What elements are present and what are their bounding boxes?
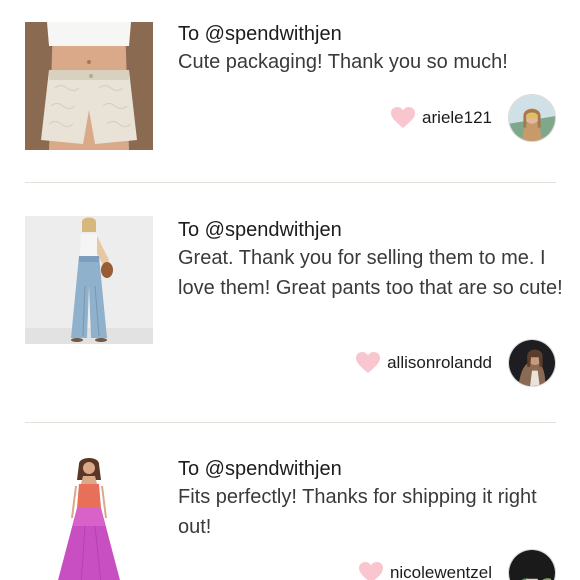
product-thumbnail[interactable]	[25, 22, 153, 150]
white-lace-shorts-photo	[25, 22, 153, 150]
recipient-label: To @spendwithjen	[178, 219, 342, 241]
review-message: Great. Thank you for selling them to me.…	[178, 247, 563, 299]
reviewer-row: allisonrolandd	[355, 339, 556, 387]
reviewer-avatar[interactable]	[508, 549, 556, 580]
review-card: To @spendwithjen Fits perfectly! Thanks …	[0, 423, 580, 580]
reviewer-avatar[interactable]	[508, 339, 556, 387]
recipient-label: To @spendwithjen	[178, 458, 342, 480]
user-avatar-photo	[509, 95, 555, 141]
reviewer-username[interactable]: nicolewentzel	[390, 563, 492, 580]
recipient-label: To @spendwithjen	[178, 23, 342, 45]
user-avatar-photo	[509, 340, 555, 386]
product-thumbnail[interactable]	[25, 456, 153, 580]
reviews-feed: To @spendwithjen Cute packaging! Thank y…	[0, 0, 580, 580]
review-message: Fits perfectly! Thanks for shipping it r…	[178, 486, 537, 538]
review-card: To @spendwithjen Cute packaging! Thank y…	[0, 0, 580, 182]
reviewer-row: nicolewentzel	[358, 549, 556, 580]
pink-maxi-dress-photo	[25, 456, 153, 580]
heart-icon	[390, 105, 416, 131]
user-avatar-photo	[509, 550, 555, 580]
review-card: To @spendwithjen Great. Thank you for se…	[0, 183, 580, 422]
product-thumbnail[interactable]	[25, 216, 153, 344]
heart-icon	[358, 560, 384, 580]
review-message: Cute packaging! Thank you so much!	[178, 51, 508, 73]
wide-leg-denim-pants-photo	[25, 216, 153, 344]
reviewer-username[interactable]: ariele121	[422, 108, 492, 128]
reviewer-username[interactable]: allisonrolandd	[387, 353, 492, 373]
reviewer-avatar[interactable]	[508, 94, 556, 142]
heart-icon	[355, 350, 381, 376]
reviewer-row: ariele121	[390, 94, 556, 142]
